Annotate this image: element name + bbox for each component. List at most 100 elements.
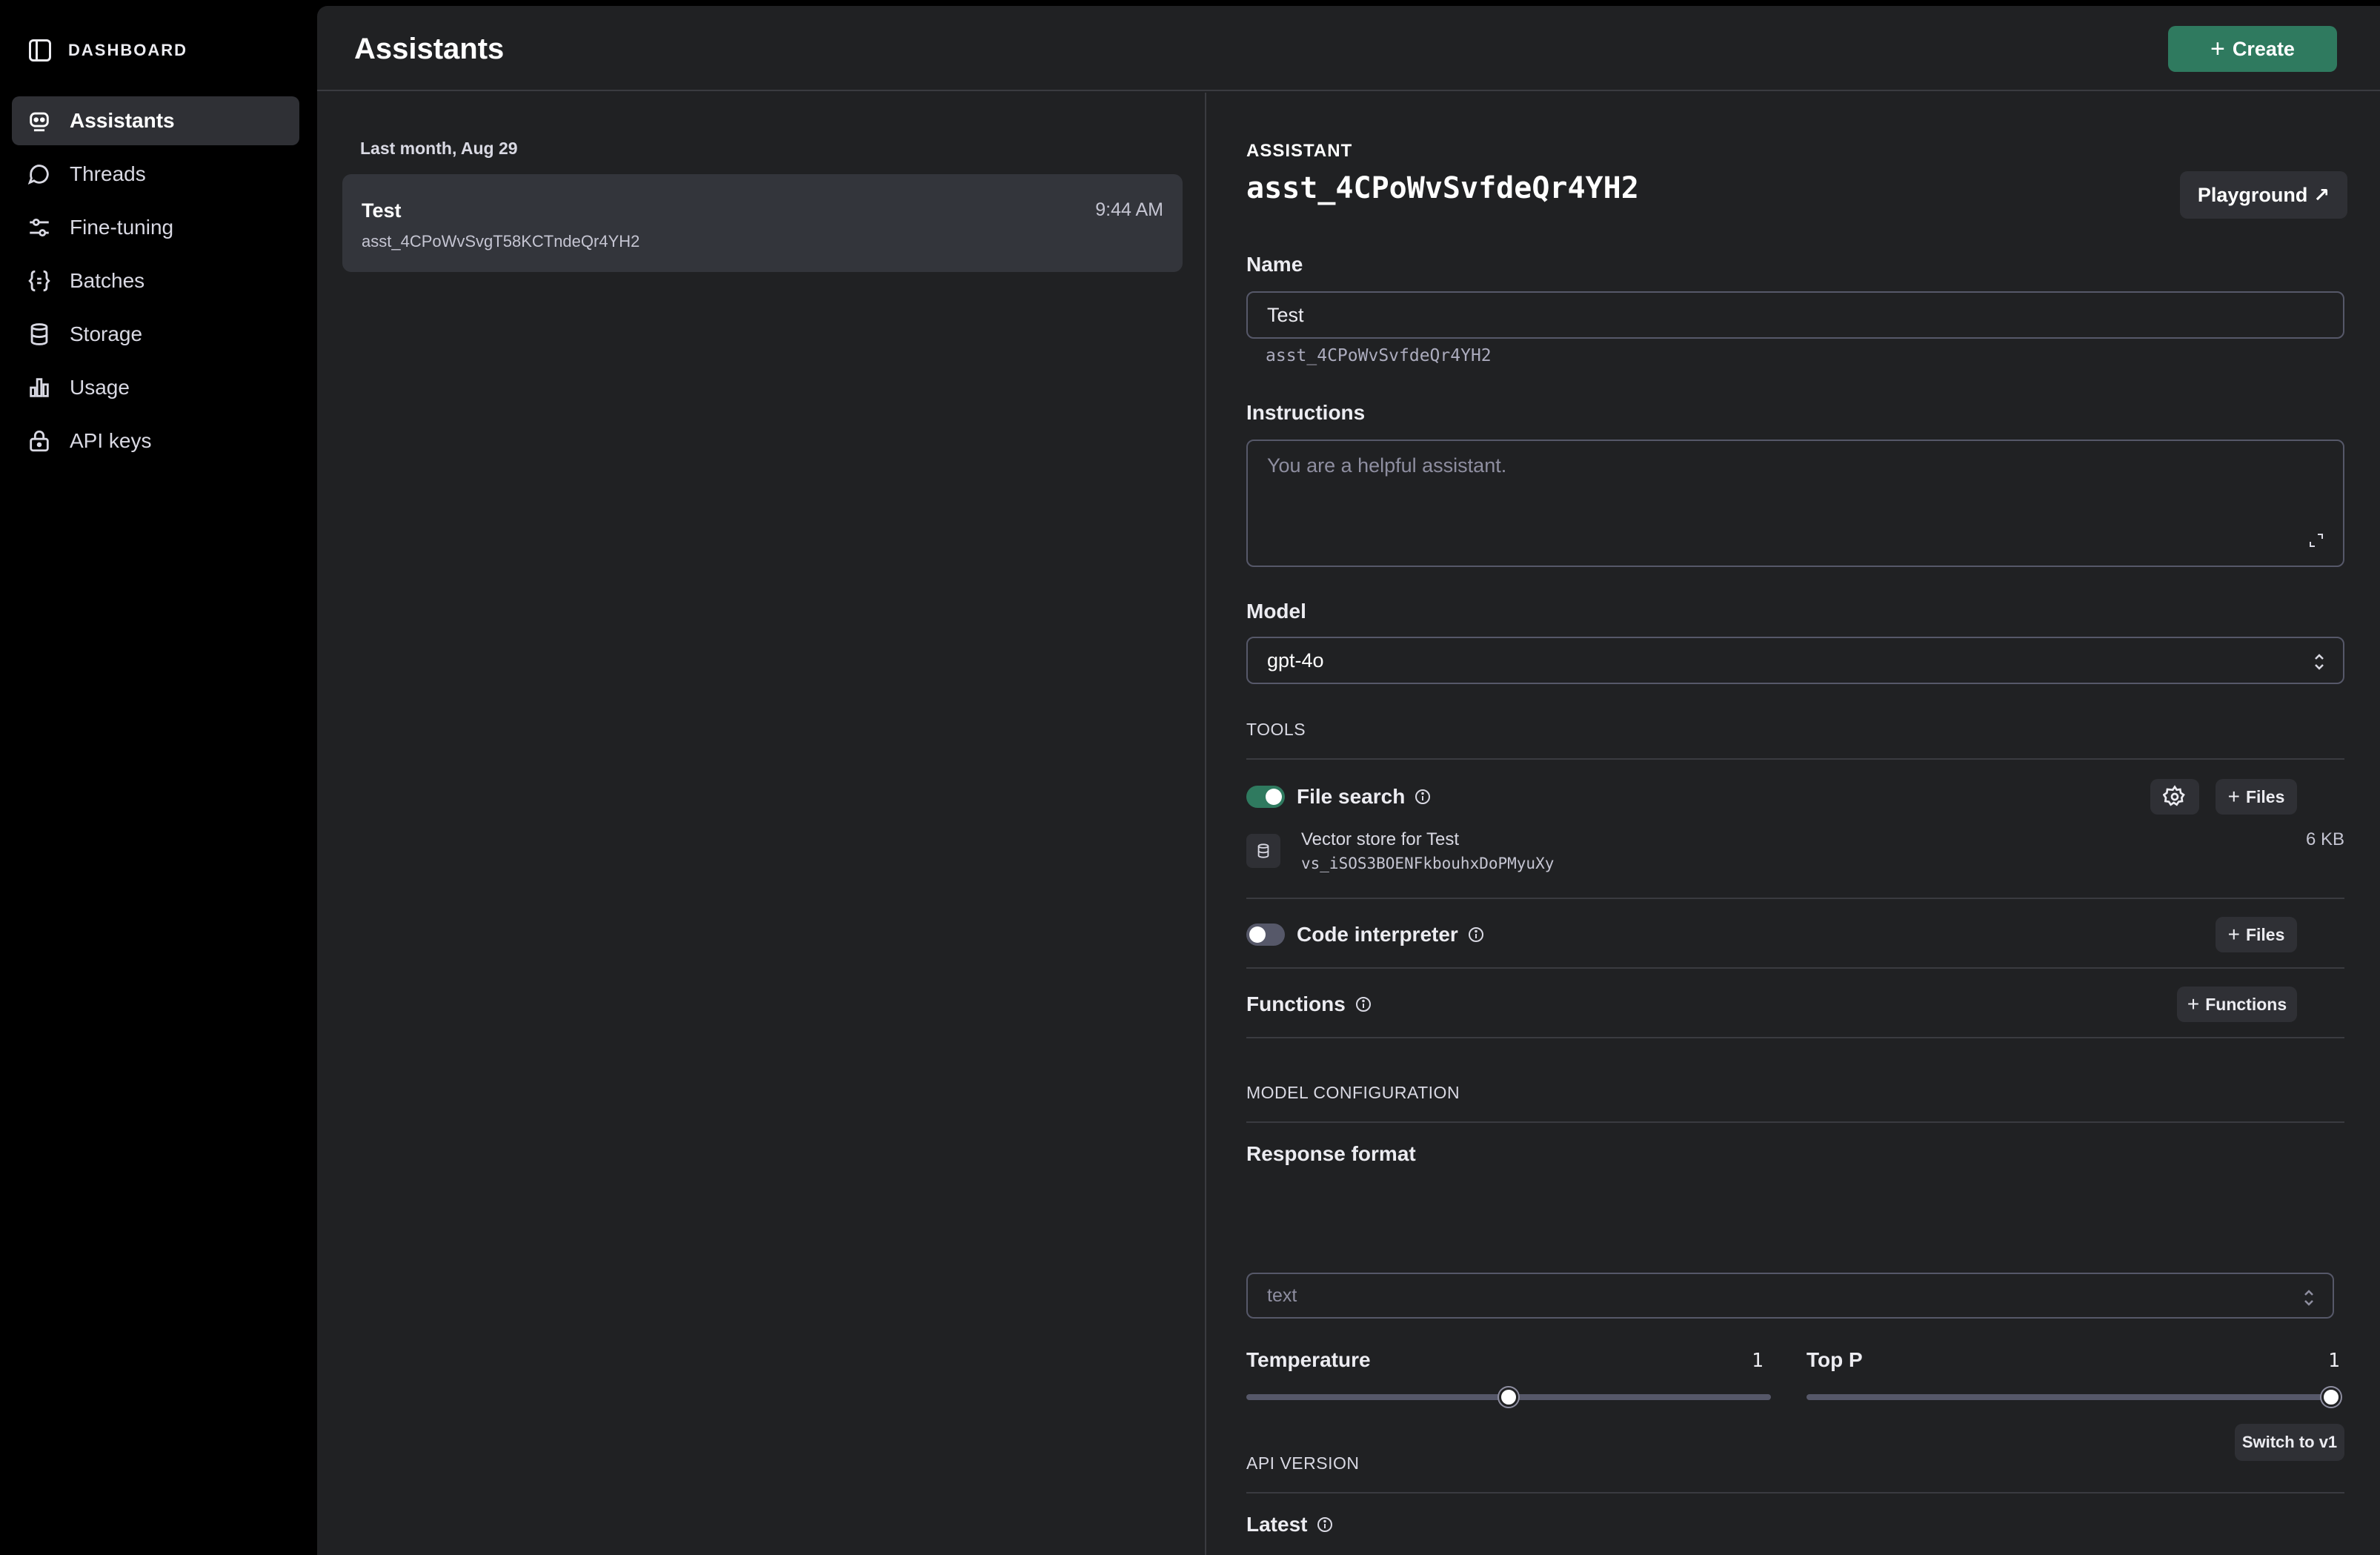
sidebar: DASHBOARD Assistants Threads Fine-tuning…: [0, 0, 311, 1555]
chat-bubbles-icon: [27, 165, 49, 185]
chevron-up-down-icon: [2304, 1290, 2313, 1306]
sidebar-item-label: Batches: [70, 269, 145, 292]
dashboard-label: DASHBOARD: [68, 41, 187, 59]
top-p-value: 1: [2328, 1350, 2340, 1372]
file-search-settings-button[interactable]: [2150, 779, 2199, 815]
gear-icon: [2163, 785, 2185, 806]
robot-icon: [30, 112, 49, 132]
list-group-label: Last month, Aug 29: [360, 139, 518, 158]
sidebar-item-batches[interactable]: Batches: [12, 256, 299, 305]
name-value: Test: [1267, 303, 1304, 326]
sidebar-item-fine-tuning[interactable]: Fine-tuning: [12, 203, 299, 252]
sidebar-nav: Assistants Threads Fine-tuning Batches S…: [12, 96, 299, 470]
api-version-value: Latest: [1246, 1513, 1308, 1536]
top-p-label: Top P: [1806, 1348, 1863, 1371]
add-functions-button[interactable]: + Functions: [2177, 987, 2297, 1022]
assistant-name: Test: [362, 199, 402, 222]
code-interpreter-files-button[interactable]: + Files: [2216, 917, 2297, 952]
model-config-section-label: MODEL CONFIGURATION: [1246, 1083, 1460, 1102]
file-search-files-button[interactable]: + Files: [2216, 779, 2297, 815]
dashboard-toggle[interactable]: DASHBOARD: [27, 36, 187, 65]
top-bar: Assistants + Create: [317, 6, 2380, 91]
sidebar-item-label: Usage: [70, 376, 130, 399]
sidebar-item-label: API keys: [70, 429, 152, 452]
playground-label: Playground: [2197, 183, 2308, 206]
sidebar-item-label: Threads: [70, 162, 146, 185]
code-interpreter-row: Code interpreter: [1246, 916, 2344, 953]
expand-icon[interactable]: [2307, 531, 2325, 549]
sidebar-item-assistants[interactable]: Assistants: [12, 96, 299, 145]
divider: [1246, 967, 2344, 969]
name-label: Name: [1246, 253, 1303, 276]
api-version-row: Latest: [1246, 1513, 1334, 1536]
sidebar-item-label: Assistants: [70, 109, 175, 132]
response-format-select[interactable]: text: [1246, 1273, 2334, 1319]
divider: [1246, 1121, 2344, 1123]
switch-label: Switch to v1: [2241, 1433, 2338, 1451]
divider: [1246, 898, 2344, 899]
plus-icon: +: [2187, 992, 2200, 1015]
assistant-id-heading: asst_4CPoWvSvfdeQr4YH2: [1246, 171, 1639, 205]
model-select[interactable]: gpt-4o: [1246, 637, 2344, 684]
sidebar-item-label: Storage: [70, 322, 143, 345]
sidebar-item-usage[interactable]: Usage: [12, 363, 299, 412]
temperature-slider-thumb[interactable]: [1499, 1387, 1518, 1407]
sidebar-item-api-keys[interactable]: API keys: [12, 417, 299, 465]
top-p-slider-track[interactable]: [1806, 1394, 2331, 1400]
assistant-list-pane: Last month, Aug 29 Test asst_4CPoWvSvgT5…: [317, 93, 1206, 1555]
divider: [1246, 1492, 2344, 1493]
create-button[interactable]: + Create: [2168, 26, 2337, 72]
sliders-icon: [30, 218, 49, 237]
assistant-detail-pane: ASSISTANT asst_4CPoWvSvfdeQr4YH2 Playgro…: [1246, 93, 2380, 1555]
info-icon[interactable]: [1316, 1516, 1334, 1534]
sidebar-item-threads[interactable]: Threads: [12, 150, 299, 199]
braces-icon: [28, 270, 50, 292]
files-label: Files: [2245, 786, 2285, 806]
playground-button[interactable]: Playground ↗: [2180, 171, 2347, 219]
file-search-toggle[interactable]: [1246, 786, 1285, 808]
response-format-value: text: [1267, 1284, 1297, 1306]
file-search-label: File search: [1297, 785, 1406, 808]
response-format-label: Response format: [1246, 1142, 1416, 1165]
temperature-label: Temperature: [1246, 1348, 1371, 1371]
assistant-id: asst_4CPoWvSvgT58KCTndeQr4YH2: [362, 232, 640, 251]
functions-button-label: Functions: [2205, 994, 2287, 1014]
files-label: Files: [2245, 924, 2285, 944]
switch-api-version-button[interactable]: Switch to v1: [2235, 1424, 2344, 1461]
top-p-slider-thumb[interactable]: [2321, 1387, 2341, 1407]
vector-store-row: Vector store for Test vs_iSOS3BOENFkbouh…: [1246, 829, 2344, 881]
database-icon: [1246, 834, 1280, 868]
list-item[interactable]: Test asst_4CPoWvSvgT58KCTndeQr4YH2 9:44 …: [342, 174, 1183, 272]
api-version-section-label: API VERSION: [1246, 1453, 1360, 1473]
instructions-placeholder: You are a helpful assistant.: [1267, 454, 1507, 477]
plus-icon: +: [2210, 34, 2225, 63]
sidebar-panel-icon: [29, 39, 51, 62]
vector-store-name: Vector store for Test: [1301, 829, 1459, 849]
model-label: Model: [1246, 600, 1306, 623]
vector-store-id: vs_iSOS3BOENFkbouhxDoPMyuXy: [1301, 855, 1555, 872]
code-interpreter-label: Code interpreter: [1297, 923, 1458, 946]
create-label: Create: [2232, 37, 2295, 60]
assistant-kicker: ASSISTANT: [1246, 141, 1353, 161]
main-panel: Assistants + Create Last month, Aug 29 T…: [317, 6, 2380, 1555]
page-title: Assistants: [354, 33, 505, 65]
info-icon[interactable]: [1467, 926, 1485, 944]
code-interpreter-toggle[interactable]: [1246, 924, 1285, 946]
divider: [1246, 1037, 2344, 1038]
sidebar-item-storage[interactable]: Storage: [12, 310, 299, 359]
sidebar-item-label: Fine-tuning: [70, 216, 174, 239]
name-sub-id: asst_4CPoWvSvfdeQr4YH2: [1266, 346, 1492, 365]
info-icon[interactable]: [1354, 995, 1372, 1013]
name-input[interactable]: Test: [1246, 291, 2344, 339]
info-icon[interactable]: [1414, 788, 1432, 806]
assistant-time: 9:44 AM: [1095, 199, 1163, 220]
instructions-textarea[interactable]: You are a helpful assistant.: [1246, 440, 2344, 567]
divider: [1246, 758, 2344, 760]
model-value: gpt-4o: [1267, 649, 1324, 672]
database-icon: [30, 323, 48, 345]
vector-store-size: 6 KB: [2305, 829, 2344, 849]
chevron-up-down-icon: [2315, 654, 2324, 670]
instructions-label: Instructions: [1246, 401, 1366, 424]
temperature-value: 1: [1752, 1350, 1764, 1372]
plus-icon: +: [2227, 923, 2240, 946]
